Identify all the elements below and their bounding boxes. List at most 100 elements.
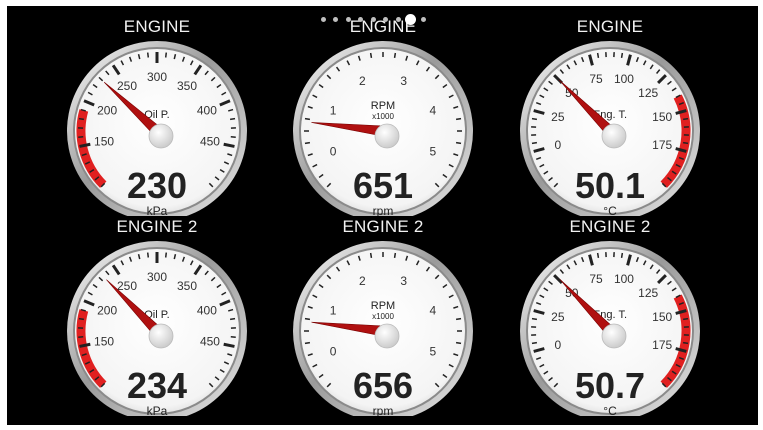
scale-label: 400 [197,303,217,317]
major-tick [223,142,235,148]
gauge-dial: 0 1 2 3 4 5 RPMx1000 656rpm [293,241,473,416]
scale-label: 350 [177,79,197,93]
scale-label: 0 [554,138,561,152]
gauge-value: 230 [127,165,187,206]
scale-label: 4 [430,103,437,117]
scale-label: 150 [94,135,114,149]
page-dot[interactable] [358,17,363,22]
scale-label: 5 [430,145,437,159]
gauge-engine-temp-engine[interactable]: 0255075100125150175Eng. T.50.1°C ENGINE [485,6,735,216]
scale-label: 350 [177,279,197,293]
page-dot[interactable] [320,17,326,22]
minor-tick [146,252,150,258]
scale-label: 200 [97,103,117,117]
gauge-unit: °C [603,404,617,416]
page-indicator[interactable] [7,12,758,26]
minor-tick [369,252,373,259]
gauge-engine-temp-engine-2[interactable]: 0255075100125150175Eng. T.50.7°C ENGINE … [485,206,735,416]
gauge-dial: 150200250300350400450Oil P.230kPa [67,41,247,216]
scale-label: 3 [400,274,407,288]
gauge-title: ENGINE 2 [342,217,424,236]
scale-label: 150 [652,310,672,324]
minor-tick [304,341,311,345]
minor-tick [393,52,397,59]
minor-tick [164,252,168,258]
major-tick [223,342,235,348]
scale-label: 175 [652,138,672,152]
gauge-value: 656 [353,365,413,406]
page-dot[interactable] [395,17,401,22]
scale-label: 0 [554,338,561,352]
gauge-unit: kPa [147,404,168,416]
major-tick [79,142,91,148]
scale-label: 1 [330,303,337,317]
minor-tick [78,317,85,321]
page-dot[interactable] [420,17,426,22]
minor-tick [531,317,538,321]
scale-label: 0 [330,145,337,159]
scale-label: 250 [117,79,137,93]
minor-tick [682,117,689,121]
minor-tick [620,52,624,59]
scale-label: 300 [147,70,167,84]
gauge-label: RPM [371,300,395,312]
minor-tick [146,52,150,58]
minor-tick [531,341,538,345]
major-tick [79,342,91,348]
gauge-oil-pressure-engine-2[interactable]: 150 200 250 300 350 400 450 Oil P. 234 kPa ENGINE… [32,206,282,416]
minor-tick [531,141,538,145]
gauge-title: ENGINE 2 [116,217,198,236]
gauge-label: RPM [371,100,395,112]
scale-label: 2 [359,274,366,288]
gauge-unit: rpm [373,404,394,416]
gauge-dial: 0255075100125150175Eng. T.50.1°C [520,41,700,216]
gauge-dial: 0255075100125150175Eng. T.50.7°C [520,241,700,416]
scale-label: 150 [94,335,114,349]
gauge-value: 50.1 [575,165,645,206]
page-dot[interactable] [370,17,376,22]
scale-label: 0 [330,345,337,359]
gauge-sublabel: x1000 [372,112,394,121]
minor-tick [455,141,462,145]
minor-tick [682,141,689,145]
scale-label: 75 [589,72,603,86]
gauge-oil-pressure-engine[interactable]: 150 200 250 300 350 400 450 Oil P. 230 kPa ENGINE [32,6,282,216]
minor-tick [596,252,600,259]
scale-label: 100 [614,72,634,86]
needle-hub [374,123,400,149]
gauge-value: 234 [127,365,187,406]
minor-tick [229,117,236,121]
needle-hub [601,323,627,349]
minor-tick [455,117,462,121]
needle-hub [374,323,400,349]
gauge-value: 651 [353,165,413,206]
scale-label: 250 [117,279,137,293]
gauge-dial: 150200250300350400450Oil P.234kPa [67,241,247,416]
scale-label: 3 [400,74,407,88]
scale-label: 4 [430,303,437,317]
gauge-value: 50.7 [575,365,645,406]
minor-tick [78,117,85,121]
dashboard-screen[interactable]: 150 200 250 300 350 400 450 Oil P. 230 kPa ENGINE… [7,6,758,425]
scale-label: 125 [638,86,658,100]
minor-tick [682,341,689,345]
minor-tick [455,341,462,345]
scale-label: 450 [200,135,220,149]
page-dot[interactable] [333,17,338,22]
scale-label: 75 [589,272,603,286]
scale-label: 150 [652,110,672,124]
scale-label: 1 [330,103,337,117]
scale-label: 100 [614,272,634,286]
page-dot[interactable] [345,17,351,22]
gauge-rpm-engine-2[interactable]: 0 1 2 3 4 5 RPM x1000 656 rpm ENGINE 2 [258,206,508,416]
minor-tick [164,52,168,58]
minor-tick [620,252,624,259]
gauge-rpm-engine[interactable]: 0 1 2 3 4 5 RPM x1000 651 rpm ENGINE [258,6,508,216]
scale-label: 200 [97,303,117,317]
page-dot-active[interactable] [405,14,416,25]
page-dot[interactable] [383,17,388,22]
scale-label: 25 [551,110,565,124]
minor-tick [369,52,373,59]
minor-tick [229,317,236,321]
scale-label: 300 [147,270,167,284]
